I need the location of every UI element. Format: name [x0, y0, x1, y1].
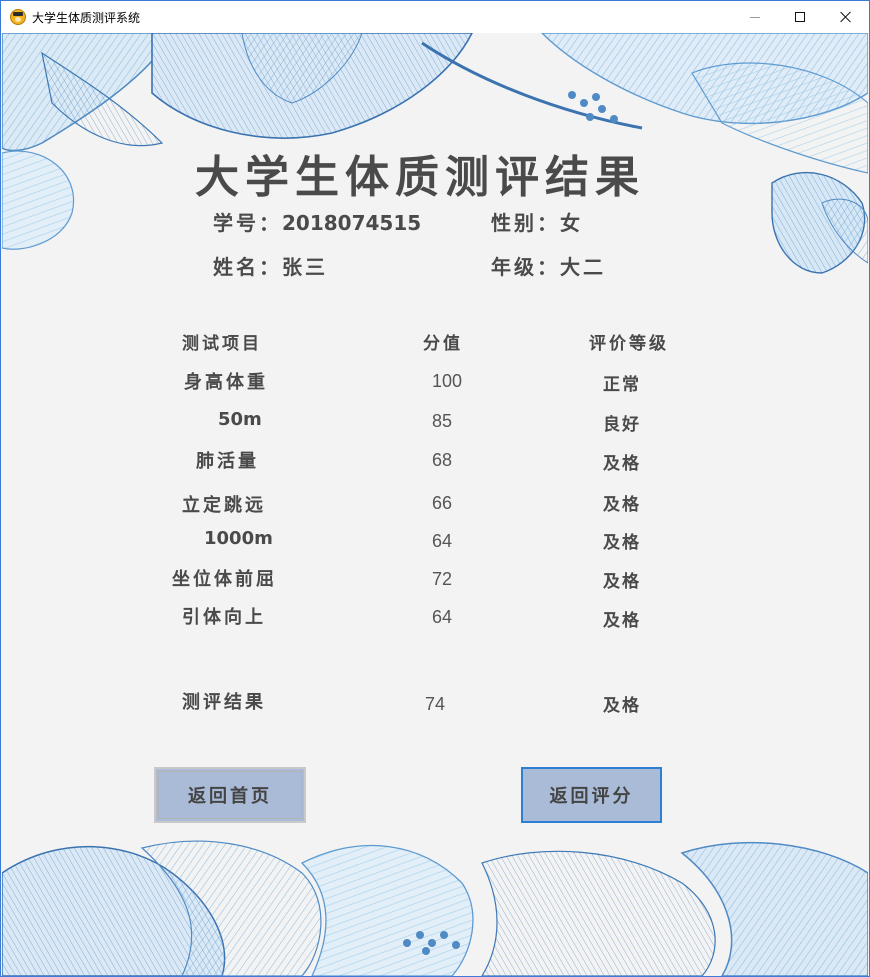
name-value: 张三: [282, 255, 328, 279]
result-score: 74: [425, 694, 446, 714]
row-score-sit-and-reach: 72: [432, 569, 453, 589]
row-item-sit-and-reach: 坐位体前屈: [172, 569, 277, 590]
row-score-height-weight: 100: [432, 371, 463, 391]
row-level-lung-capacity: 及格: [603, 454, 641, 474]
student-name: 姓名：张三: [213, 251, 328, 280]
student-gender: 性别：女: [491, 207, 583, 236]
minimize-icon: [750, 16, 760, 18]
return-scoring-label: 返回评分: [549, 786, 634, 807]
row-item-height-weight: 身高体重: [184, 372, 268, 393]
name-label: 姓名：: [213, 255, 282, 279]
row-level-sit-and-reach: 及格: [603, 572, 641, 592]
student-id-label: 学号：: [213, 211, 282, 235]
close-button[interactable]: [823, 1, 869, 33]
row-score-lung-capacity: 68: [432, 450, 453, 470]
gender-label: 性别：: [491, 211, 560, 235]
row-score-50m: 85: [432, 411, 453, 431]
row-score-long-jump: 66: [432, 493, 453, 513]
row-level-1000m: 及格: [603, 533, 641, 553]
row-level-50m: 良好: [603, 415, 641, 435]
row-item-lung-capacity: 肺活量: [196, 451, 259, 472]
result-level: 及格: [603, 696, 641, 716]
return-scoring-button[interactable]: 返回评分: [521, 767, 662, 823]
row-score-pull-up: 64: [432, 607, 453, 627]
window-title: 大学生体质测评系统: [32, 11, 141, 25]
grade-label: 年级：: [491, 255, 560, 279]
maximize-button[interactable]: [777, 1, 823, 33]
student-id: 学号：2018074515: [213, 207, 421, 236]
row-item-pull-up: 引体向上: [182, 607, 266, 628]
result-panel: 大学生体质测评结果 学号：2018074515 性别：女 姓名：张三 年级：大二…: [2, 33, 868, 976]
row-item-50m: 50m: [218, 409, 262, 430]
title-bar[interactable]: 大学生体质测评系统: [1, 1, 869, 33]
page-title: 大学生体质测评结果: [2, 141, 868, 205]
student-grade: 年级：大二: [491, 251, 606, 280]
header-level: 评价等级: [589, 334, 669, 354]
gender-value: 女: [560, 211, 583, 235]
header-test-item: 测试项目: [182, 334, 262, 354]
maximize-icon: [795, 12, 805, 22]
header-score: 分值: [423, 334, 463, 354]
page-title-text: 大学生体质测评结果: [195, 152, 645, 203]
row-score-1000m: 64: [432, 531, 453, 551]
student-id-value: 2018074515: [282, 211, 422, 235]
row-level-pull-up: 及格: [603, 611, 641, 631]
app-window: 大学生体质测评系统 大学生体质测评结果 学号：2018074515 性别：女 姓…: [0, 0, 870, 977]
return-home-label: 返回首页: [188, 786, 272, 807]
row-level-height-weight: 正常: [603, 375, 641, 395]
row-item-long-jump: 立定跳远: [182, 495, 266, 516]
close-icon: [840, 11, 852, 23]
result-label: 测评结果: [182, 692, 266, 713]
row-level-long-jump: 及格: [603, 495, 641, 515]
grade-value: 大二: [560, 255, 606, 279]
row-item-1000m: 1000m: [204, 528, 273, 549]
return-home-button[interactable]: 返回首页: [154, 767, 306, 823]
student-avatar-icon: [10, 9, 26, 25]
minimize-button[interactable]: [732, 1, 778, 33]
